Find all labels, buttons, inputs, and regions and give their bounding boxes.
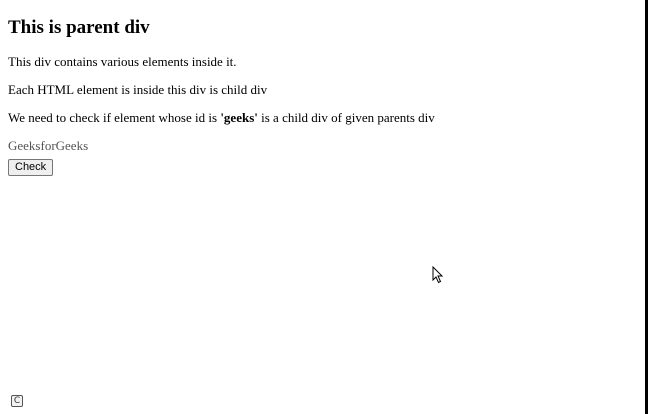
para3-text-after: is a child div of given parents div	[257, 110, 435, 125]
geeks-child-div: GeeksforGeeks	[8, 138, 89, 153]
mouse-pointer-icon	[432, 266, 444, 284]
check-button[interactable]: Check	[8, 159, 54, 176]
geeks-id-bold: 'geeks'	[220, 110, 258, 125]
page-title: This is parent div	[8, 17, 150, 38]
description-paragraph-3: We need to check if element whose id is …	[8, 110, 628, 125]
parent-div: This is parent div This div contains var…	[8, 0, 628, 176]
description-paragraph-1: This div contains various elements insid…	[8, 54, 237, 69]
copyright-badge-icon: C	[11, 395, 23, 407]
para3-text-before: We need to check if element whose id is	[8, 110, 221, 125]
description-paragraph-2: Each HTML element is inside this div is …	[8, 82, 268, 97]
